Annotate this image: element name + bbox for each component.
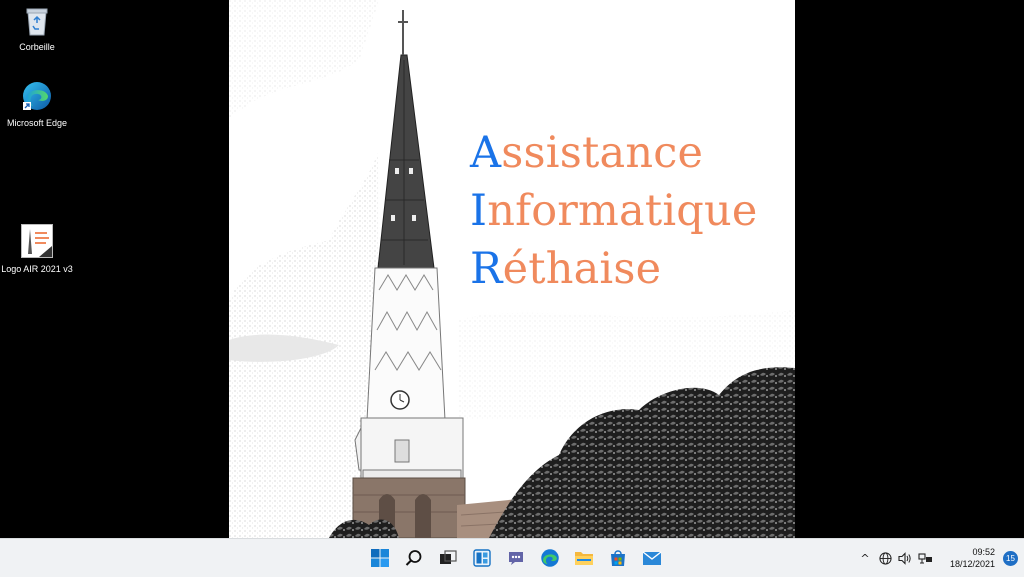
brand-word-rest: ssistance (501, 128, 704, 178)
recycle-bin-icon (0, 6, 74, 39)
start-button[interactable] (364, 543, 396, 573)
desktop-icon-logo-file[interactable]: Logo AIR 2021 v3 (0, 224, 74, 275)
mail-button[interactable] (636, 543, 668, 573)
chevron-up-icon: ^ (860, 551, 870, 565)
brand-word-rest: nformatique (487, 186, 758, 236)
windows-start-icon (371, 549, 389, 567)
image-file-icon (0, 224, 74, 261)
microsoft-store-icon (611, 550, 625, 566)
system-tray: ^ 09:52 18/12/2021 15 (855, 539, 1024, 577)
teams-chat-icon (509, 552, 523, 565)
file-explorer-button[interactable] (568, 543, 600, 573)
widgets-icon (473, 549, 491, 567)
brand-line-2: Informatique (470, 182, 758, 240)
speaker-icon (898, 551, 911, 565)
network-button[interactable] (915, 539, 935, 577)
mail-icon (642, 551, 662, 565)
widgets-button[interactable] (466, 543, 498, 573)
search-button[interactable] (398, 543, 430, 573)
brand-initial: I (470, 186, 488, 236)
search-icon (405, 550, 422, 566)
notification-badge[interactable]: 15 (1003, 550, 1018, 566)
edge-icon (0, 80, 74, 115)
desktop-icon-label: Logo AIR 2021 v3 (1, 264, 73, 274)
clock-time: 09:52 (972, 547, 995, 557)
desktop-icon-recycle-bin[interactable]: Corbeille (0, 6, 74, 53)
taskbar-clock[interactable]: 09:52 18/12/2021 (935, 546, 999, 570)
clock-date: 18/12/2021 (949, 559, 995, 569)
edge-taskbar-button[interactable] (534, 543, 566, 573)
teams-chat-button[interactable] (500, 543, 532, 573)
desktop-icon-label: Microsoft Edge (6, 118, 68, 128)
task-view-icon (440, 550, 457, 564)
globe-icon (878, 551, 892, 565)
brand-initial: A (470, 128, 502, 178)
brand-line-3: Réthaise (470, 240, 758, 298)
show-hidden-icons-button[interactable]: ^ (855, 539, 875, 577)
microsoft-store-button[interactable] (602, 543, 634, 573)
taskbar-apps (364, 543, 668, 573)
network-icon (917, 552, 932, 563)
wallpaper-brand-text: Assistance Informatique Réthaise (470, 124, 758, 298)
brand-initial: R (470, 244, 503, 294)
task-view-button[interactable] (432, 543, 464, 573)
language-button[interactable] (875, 539, 895, 577)
taskbar: ^ 09:52 18/12/2021 15 (0, 538, 1024, 577)
desktop-icon-label: Corbeille (19, 42, 55, 52)
volume-button[interactable] (895, 539, 915, 577)
file-explorer-icon (575, 552, 593, 565)
brand-word-rest: éthaise (502, 244, 662, 294)
desktop-wallpaper: Assistance Informatique Réthaise (229, 0, 795, 538)
desktop-icon-edge[interactable]: Microsoft Edge (0, 80, 74, 129)
brand-line-1: Assistance (470, 124, 758, 182)
edge-icon (541, 549, 559, 567)
